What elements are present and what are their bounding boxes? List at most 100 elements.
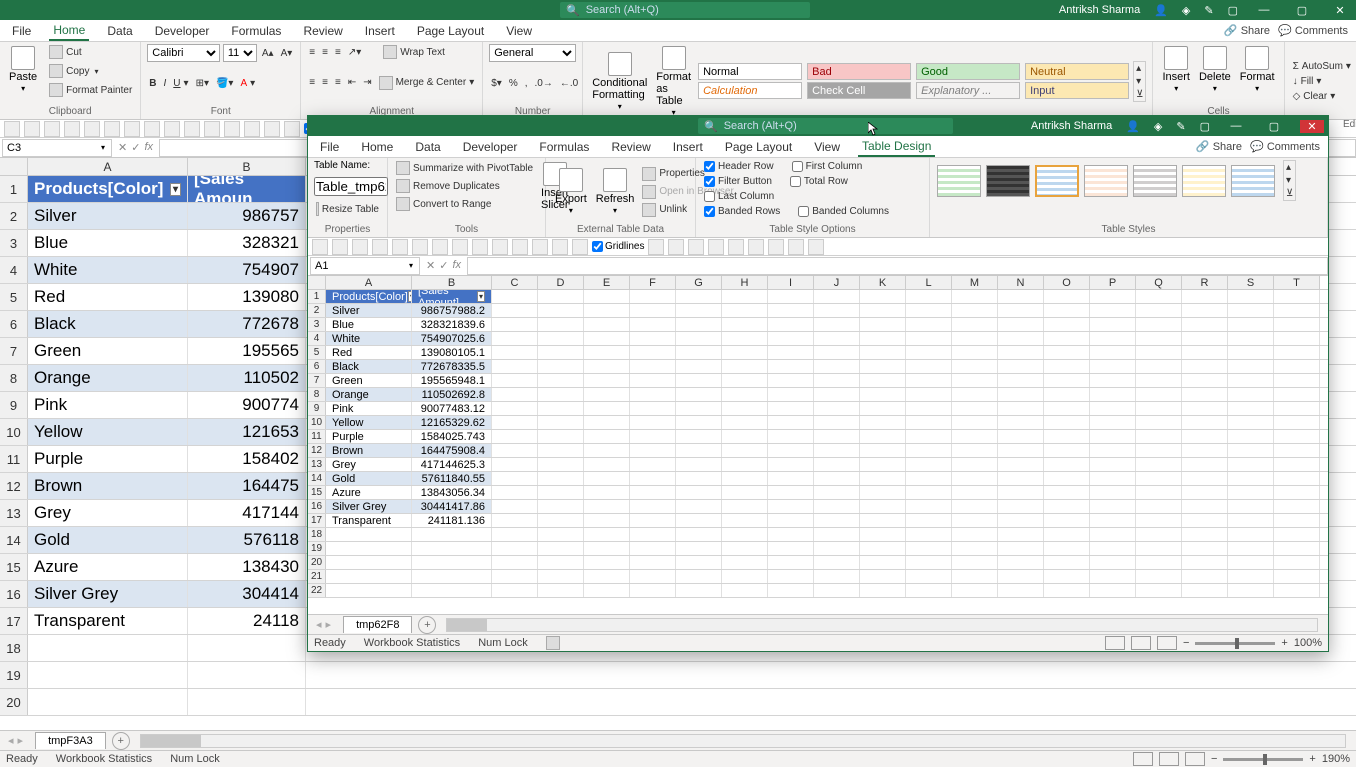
row-header[interactable]: 14	[0, 527, 28, 553]
insert-cells-button[interactable]: Insert▾	[1159, 44, 1193, 95]
styles-scroll-up[interactable]: ▴	[1134, 62, 1145, 75]
cell[interactable]: 110502	[188, 365, 306, 391]
cell[interactable]: Brown	[326, 444, 412, 457]
row-header[interactable]: 8	[0, 365, 28, 391]
cell[interactable]	[630, 332, 676, 345]
cell[interactable]	[584, 584, 630, 597]
first-column-checkbox[interactable]: First Column	[790, 160, 865, 173]
page-break-view-button[interactable]	[1157, 636, 1177, 650]
cell[interactable]: 986757988.2	[412, 304, 492, 317]
cell[interactable]	[538, 472, 584, 485]
cell[interactable]	[906, 388, 952, 401]
cell[interactable]	[952, 570, 998, 583]
select-all-corner[interactable]	[0, 158, 28, 175]
cell[interactable]	[1136, 332, 1182, 345]
cell[interactable]	[584, 542, 630, 555]
cell[interactable]	[722, 416, 768, 429]
last-column-checkbox[interactable]: Last Column	[702, 190, 776, 203]
increase-font-button[interactable]: A▴	[260, 47, 276, 60]
cell[interactable]	[676, 444, 722, 457]
cell[interactable]	[860, 570, 906, 583]
cell[interactable]	[1136, 556, 1182, 569]
cell[interactable]	[1090, 374, 1136, 387]
tab-developer[interactable]: Developer	[151, 22, 214, 40]
sheet-prev-button[interactable]: ◂	[316, 618, 322, 631]
cell[interactable]	[952, 332, 998, 345]
cell[interactable]	[492, 402, 538, 415]
format-as-table-button[interactable]: Format as Table▾	[653, 44, 694, 119]
cell[interactable]	[998, 486, 1044, 499]
cell[interactable]	[860, 584, 906, 597]
cell[interactable]	[584, 318, 630, 331]
row-header[interactable]: 15	[308, 486, 326, 499]
cell[interactable]	[492, 416, 538, 429]
cell[interactable]	[814, 304, 860, 317]
cell[interactable]	[1182, 528, 1228, 541]
cell[interactable]	[1044, 584, 1090, 597]
cell[interactable]	[906, 304, 952, 317]
cell[interactable]	[1228, 318, 1274, 331]
delete-cells-button[interactable]: Delete▾	[1196, 44, 1234, 95]
col-header-b[interactable]: B	[188, 158, 306, 175]
cell[interactable]	[814, 472, 860, 485]
cell[interactable]	[538, 290, 584, 303]
col-header[interactable]: E	[584, 276, 630, 289]
cell[interactable]	[860, 514, 906, 527]
cell[interactable]	[1274, 556, 1320, 569]
decrease-decimal-button[interactable]: ←.0	[558, 77, 580, 90]
font-size-select[interactable]: 11	[223, 44, 257, 62]
cell[interactable]	[326, 556, 412, 569]
cell[interactable]	[906, 374, 952, 387]
cell[interactable]	[1044, 388, 1090, 401]
cell[interactable]: Transparent	[326, 514, 412, 527]
cell[interactable]	[630, 402, 676, 415]
cell[interactable]	[1274, 360, 1320, 373]
cell[interactable]	[538, 570, 584, 583]
col-header[interactable]: H	[722, 276, 768, 289]
comments-button[interactable]: 💬 Comments	[1250, 140, 1320, 153]
row-header[interactable]: 20	[308, 556, 326, 569]
cell[interactable]: 12165329.62	[412, 416, 492, 429]
merge-center-button[interactable]: Merge & Center▾	[377, 75, 477, 91]
filter-dropdown-icon[interactable]: ▾	[477, 291, 485, 302]
cell[interactable]	[1044, 430, 1090, 443]
cell[interactable]	[492, 318, 538, 331]
format-cells-button[interactable]: Format▾	[1237, 44, 1278, 95]
cell[interactable]	[860, 388, 906, 401]
cell[interactable]	[952, 388, 998, 401]
cell[interactable]	[1274, 458, 1320, 471]
qat-item[interactable]	[144, 121, 160, 137]
cell[interactable]	[676, 290, 722, 303]
cell[interactable]	[906, 570, 952, 583]
cell[interactable]: White	[326, 332, 412, 345]
row-header[interactable]: 9	[0, 392, 28, 418]
qat-item[interactable]	[492, 239, 508, 255]
col-header[interactable]: S	[1228, 276, 1274, 289]
cell[interactable]	[906, 402, 952, 415]
cell[interactable]	[1182, 374, 1228, 387]
col-header[interactable]: I	[768, 276, 814, 289]
cell[interactable]	[1228, 514, 1274, 527]
cell[interactable]	[860, 472, 906, 485]
status-wb-stats[interactable]: Workbook Statistics	[364, 637, 460, 649]
cell[interactable]	[722, 542, 768, 555]
qat-item[interactable]	[808, 239, 824, 255]
col-header[interactable]: M	[952, 276, 998, 289]
col-header[interactable]: Q	[1136, 276, 1182, 289]
gridlines-toggle[interactable]: Gridlines	[592, 241, 644, 252]
cell[interactable]	[1274, 486, 1320, 499]
sheet-tab[interactable]: tmpF3A3	[35, 732, 106, 749]
cell[interactable]	[814, 514, 860, 527]
row-header[interactable]: 22	[308, 584, 326, 597]
cell[interactable]: Black	[326, 360, 412, 373]
total-row-checkbox[interactable]: Total Row	[788, 175, 850, 188]
banded-rows-checkbox[interactable]: Banded Rows	[702, 205, 782, 218]
style-normal[interactable]: Normal	[698, 63, 802, 80]
cell[interactable]	[998, 416, 1044, 429]
cell[interactable]	[1090, 430, 1136, 443]
row-header[interactable]: 3	[0, 230, 28, 256]
cell[interactable]	[768, 514, 814, 527]
table-header-cell[interactable]: [Sales Amoun	[188, 176, 306, 202]
cell[interactable]	[492, 430, 538, 443]
cell[interactable]: 772678335.5	[412, 360, 492, 373]
